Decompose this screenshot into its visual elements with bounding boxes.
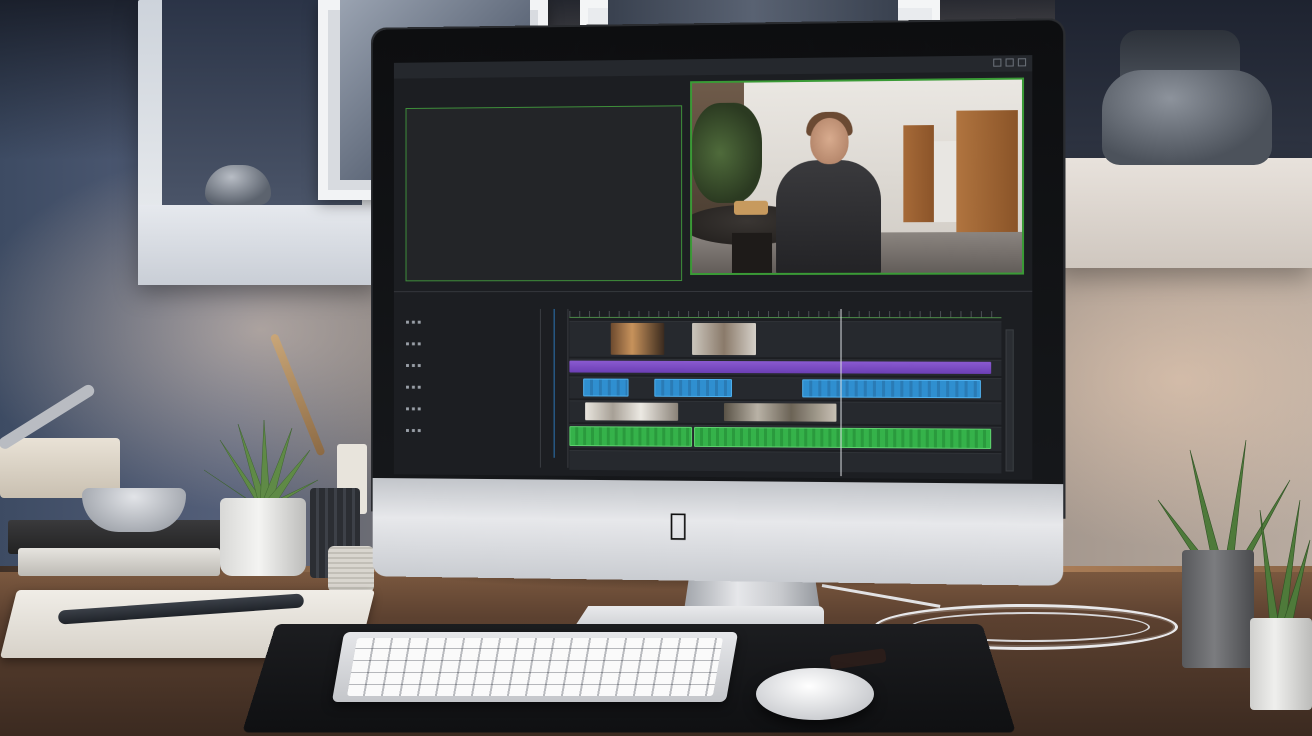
audio-clip[interactable] [583, 378, 629, 397]
track-header-row[interactable]: ▪▪▪ [402, 360, 536, 372]
mouse[interactable] [756, 668, 874, 720]
video-clip-thumbnail[interactable] [692, 322, 756, 356]
b-roll-clip[interactable] [585, 402, 679, 421]
track-toggle-icons[interactable]: ▪▪▪ [406, 340, 424, 347]
music-clip[interactable] [694, 426, 992, 450]
scene-plant [692, 102, 763, 204]
decorative-vase-left [205, 165, 271, 205]
scene-table-leg [731, 232, 773, 276]
scene-wood-door [956, 110, 1018, 233]
track-header-row[interactable]: ▪▪▪ [402, 403, 536, 416]
close-icon[interactable] [1017, 58, 1027, 67]
plant-pot-right-dark [1182, 550, 1254, 668]
timeline-panel-header [393, 290, 1033, 306]
track-header-row[interactable]: ▪▪▪ [402, 338, 536, 350]
keyboard-keys[interactable] [346, 638, 724, 696]
timeline-range-bar[interactable] [569, 316, 1002, 319]
track-header-row[interactable]: ▪▪▪ [402, 382, 536, 394]
track-toggle-icons[interactable]: ▪▪▪ [406, 362, 424, 369]
track-toggle-icons[interactable]: ▪▪▪ [406, 427, 424, 434]
track-toggle-icons[interactable]: ▪▪▪ [406, 405, 424, 412]
decorative-vase-right [1102, 70, 1272, 165]
secondary-playhead[interactable] [553, 308, 555, 458]
monitor-chin [372, 477, 1064, 586]
music-clip[interactable] [569, 426, 693, 447]
title-clip[interactable] [569, 360, 992, 374]
interviewee-head [810, 117, 849, 165]
right-wall-shelf [1055, 158, 1312, 268]
source-viewer[interactable] [405, 105, 683, 282]
track-header-row[interactable]: ▪▪▪ [402, 317, 536, 329]
succulent-plant-left [203, 420, 319, 509]
audio-clip[interactable] [654, 378, 732, 398]
program-viewer[interactable] [690, 77, 1025, 276]
panel-divider[interactable] [567, 308, 569, 468]
audio-clip[interactable] [802, 379, 981, 399]
plant-pot-left [220, 498, 306, 576]
track-header-row[interactable]: ▪▪▪ [402, 425, 536, 438]
timeline-scrollbar[interactable] [1005, 329, 1014, 472]
track-toggle-icons[interactable]: ▪▪▪ [406, 319, 424, 326]
b-roll-clip[interactable] [723, 403, 837, 422]
scene-wood-panel [903, 125, 934, 223]
plant-pot-right-white [1250, 618, 1312, 710]
video-clip-thumbnail[interactable] [610, 322, 665, 355]
empty-track[interactable] [569, 449, 1002, 474]
scene-cabinet [933, 141, 957, 223]
minimize-icon[interactable] [993, 58, 1002, 67]
book-stack-bottom [18, 548, 220, 576]
timeline-playhead[interactable] [840, 309, 842, 477]
left-niche-lip [138, 205, 378, 285]
track-controls: ▪▪▪ ▪▪▪ ▪▪▪ ▪▪▪ ▪▪▪ ▪▪▪ [402, 311, 536, 458]
window-controls [993, 58, 1027, 67]
apple-logo-icon:  [664, 508, 692, 543]
candle-holder [328, 546, 374, 592]
scene-cup [733, 200, 769, 215]
interviewee-body [776, 159, 882, 276]
video-editor-screen: ▪▪▪ ▪▪▪ ▪▪▪ ▪▪▪ ▪▪▪ ▪▪▪ [393, 55, 1033, 480]
panel-divider[interactable] [539, 308, 541, 468]
imac-monitor:  [372, 20, 1064, 586]
track-toggle-icons[interactable]: ▪▪▪ [406, 384, 424, 391]
maximize-icon[interactable] [1005, 58, 1014, 67]
